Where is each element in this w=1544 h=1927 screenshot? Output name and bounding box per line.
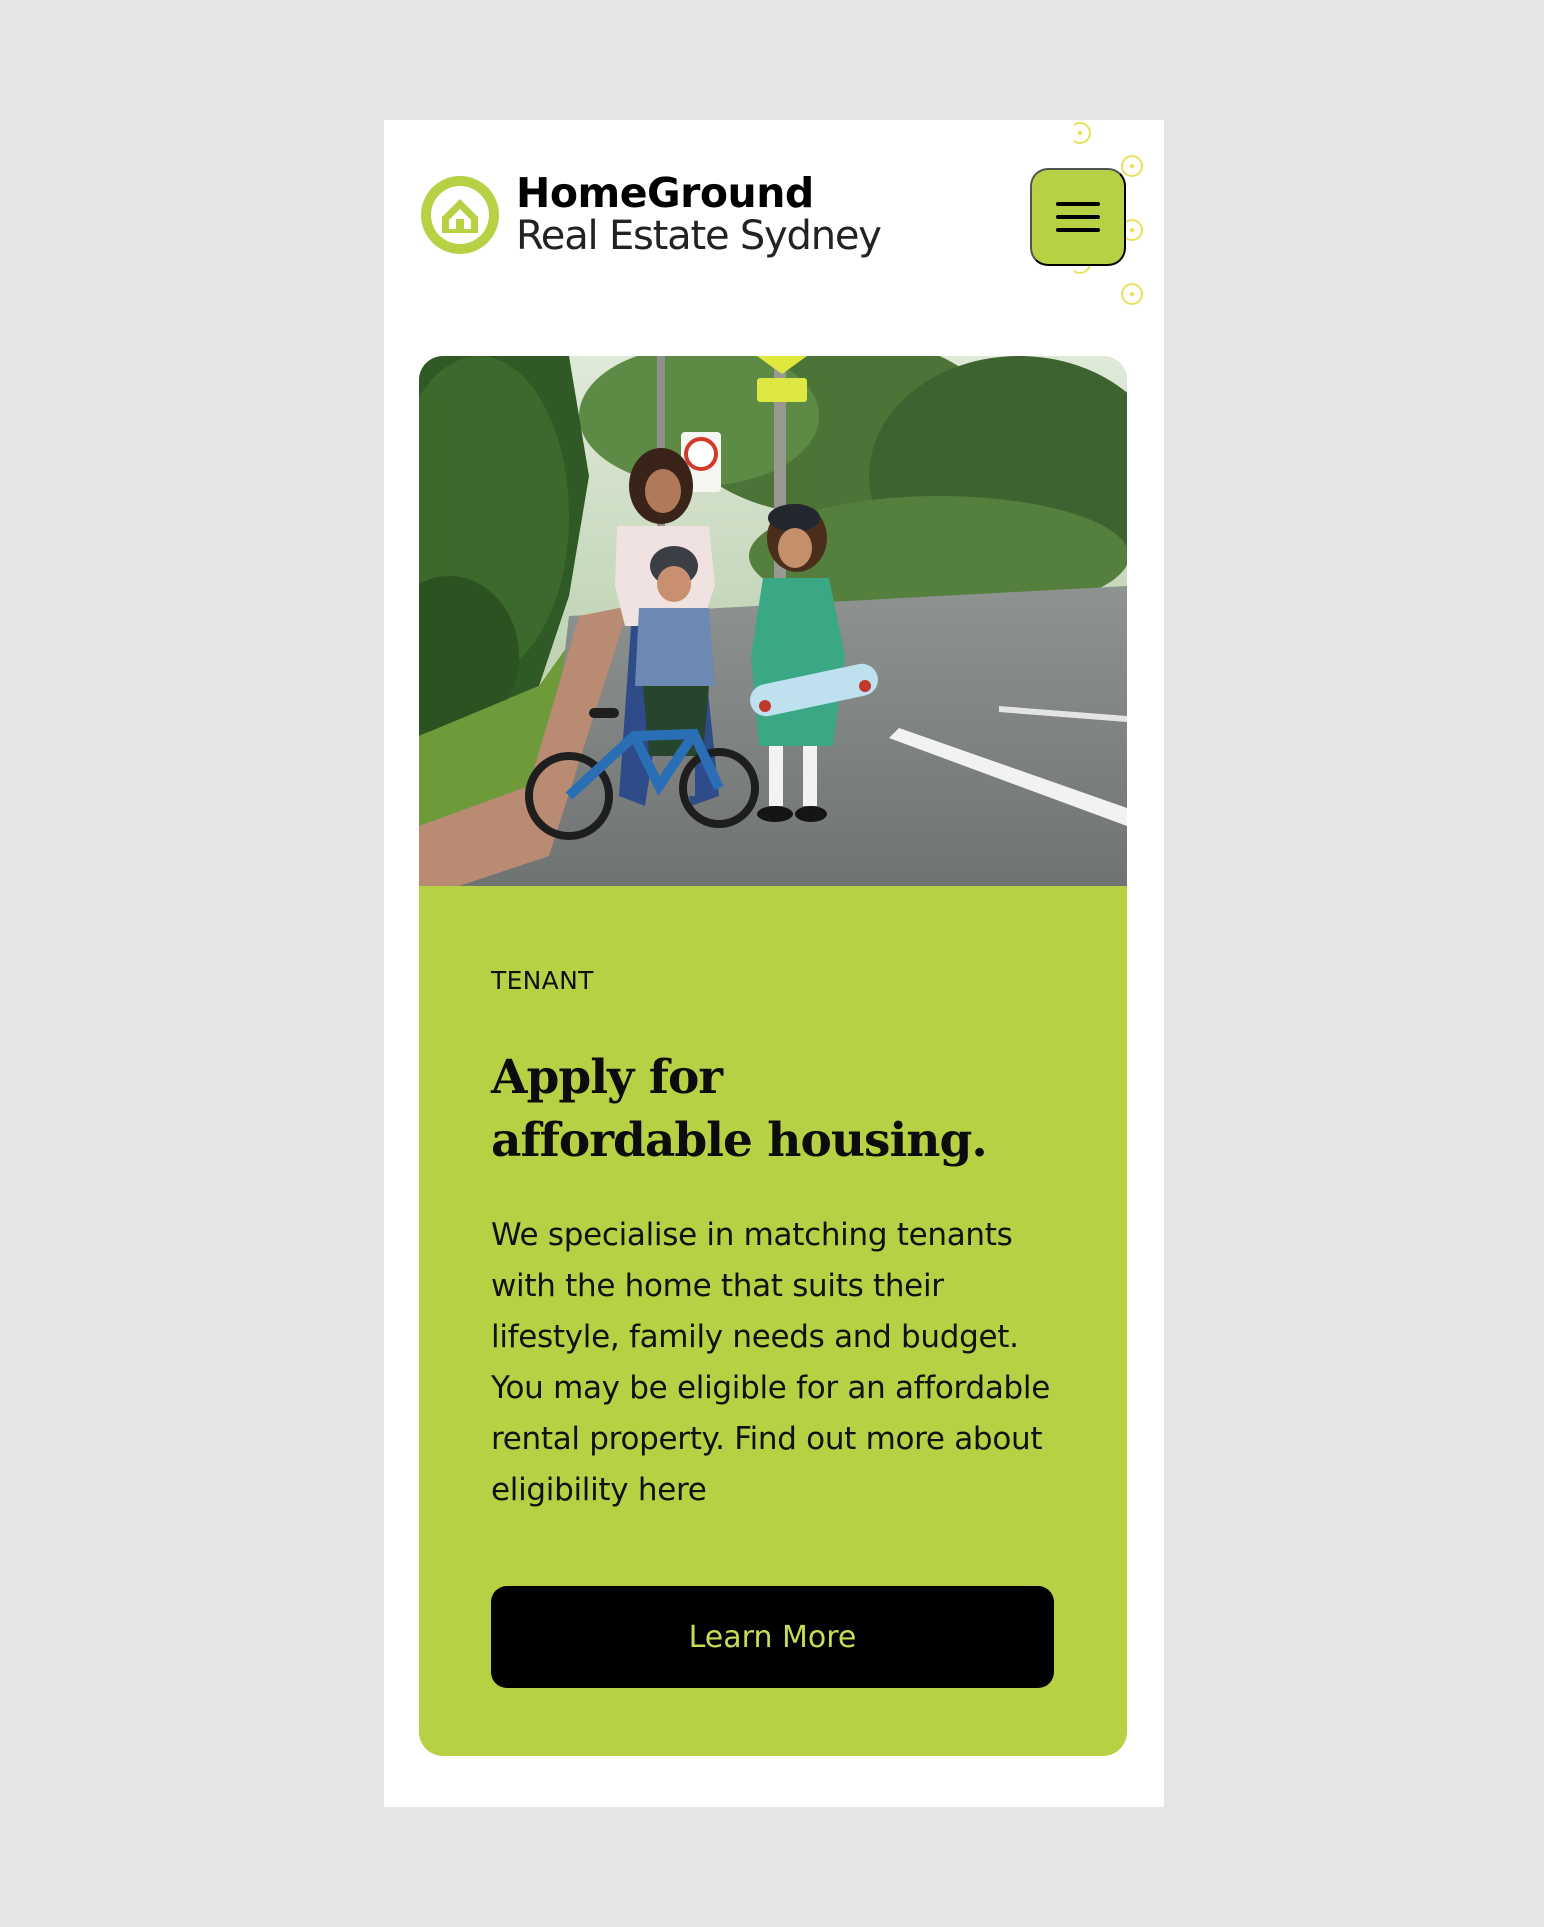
- house-in-circle-icon: [421, 176, 499, 254]
- card-body: We specialise in matching tenants with t…: [491, 1217, 1050, 1508]
- learn-more-button[interactable]: Learn More: [491, 1586, 1054, 1688]
- card-heading: Apply for affordable housing.: [491, 1050, 988, 1168]
- mobile-page: HomeGround Real Estate Sydney TENANT App…: [384, 120, 1164, 1807]
- card-content: TENANT Apply for affordable housing. We …: [491, 966, 1071, 1516]
- tenant-card: TENANT Apply for affordable housing. We …: [419, 356, 1127, 1756]
- brand-logo-link[interactable]: HomeGround Real Estate Sydney: [418, 169, 882, 259]
- brand-title: HomeGround: [516, 169, 814, 217]
- hamburger-menu-icon: [1056, 202, 1100, 232]
- brand-subtitle: Real Estate Sydney: [516, 213, 882, 259]
- card-eyebrow: TENANT: [491, 966, 594, 995]
- brand-wordmark: HomeGround Real Estate Sydney: [516, 169, 882, 259]
- menu-button[interactable]: [1030, 168, 1126, 266]
- hero-photo: [419, 356, 1127, 886]
